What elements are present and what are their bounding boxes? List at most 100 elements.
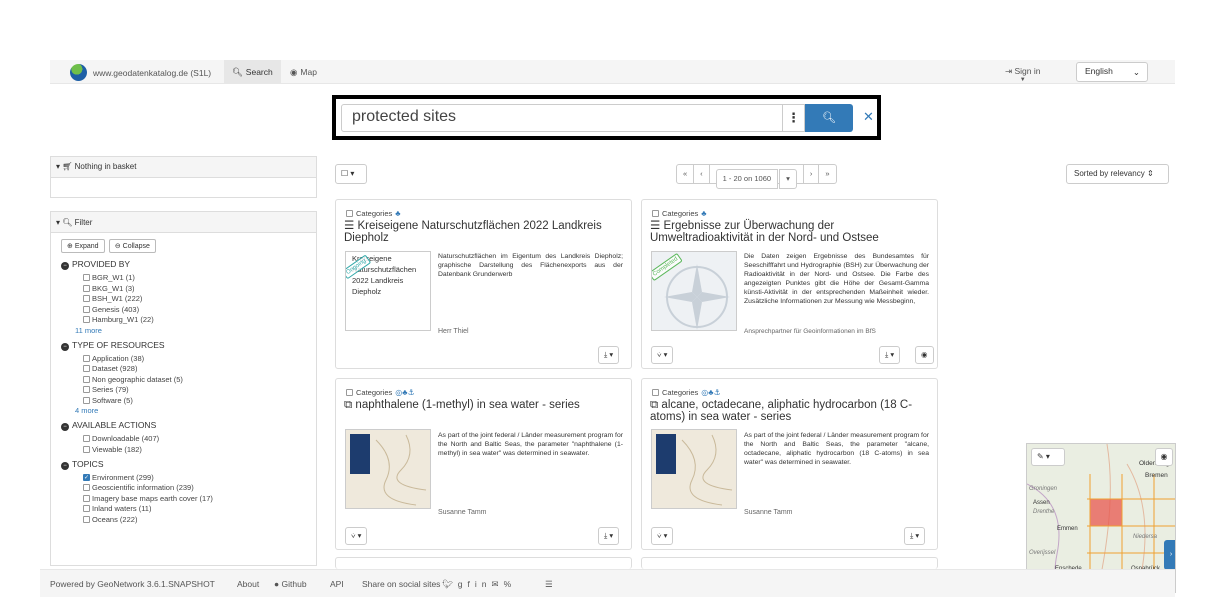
result-title[interactable]: ☰ Ergebnisse zur Überwachung der Umweltr… xyxy=(650,220,930,244)
facet-type-of-resources[interactable]: − TYPE OF RESOURCES xyxy=(61,340,306,351)
nav-map[interactable]: ◉ Map xyxy=(282,60,325,84)
site-brand[interactable]: www.geodatenkatalog.de (S1L) xyxy=(70,64,211,81)
checkbox[interactable] xyxy=(83,354,90,362)
checkbox[interactable] xyxy=(346,389,353,396)
facet-option[interactable]: Series (79) xyxy=(83,385,306,394)
result-card[interactable]: Categories ◎♣⚓︎ ⧉ naphthalene (1-methyl) … xyxy=(335,378,632,550)
facet-option[interactable]: BSH_W1 (222) xyxy=(83,294,306,303)
checkbox[interactable] xyxy=(83,484,90,491)
download-button[interactable]: ⤓ ▾ xyxy=(879,346,901,364)
result-card[interactable]: Categories ◎♣⚓︎ ⧉ alcane, octadecane, ali… xyxy=(641,378,938,550)
last-page-button[interactable]: » xyxy=(818,164,837,184)
facet-option[interactable]: Genesis (403) xyxy=(83,305,306,314)
expand-button[interactable]: ⊕ Expand xyxy=(61,239,105,253)
first-page-button[interactable]: « xyxy=(676,164,695,184)
result-title[interactable]: ☰ Kreiseigene Naturschutzflächen 2022 La… xyxy=(344,220,624,244)
twitter-icon[interactable]: 🐦︎ xyxy=(442,579,458,589)
nav-search[interactable]: 🔍︎ Search xyxy=(224,60,281,84)
checkbox[interactable] xyxy=(83,316,90,323)
result-thumbnail[interactable] xyxy=(345,429,431,509)
facet-option[interactable]: Software (5) xyxy=(83,396,306,405)
facet-option[interactable]: BGR_W1 (1) xyxy=(83,273,306,282)
facet-available-actions[interactable]: − AVAILABLE ACTIONS xyxy=(61,420,306,431)
checkbox[interactable] xyxy=(83,435,90,442)
search-options-button[interactable]: ⋮ xyxy=(783,104,805,132)
result-title[interactable]: ⧉ naphthalene (1-methyl) in sea water - … xyxy=(344,399,624,411)
result-card[interactable] xyxy=(335,557,632,569)
checkbox[interactable] xyxy=(83,396,90,404)
prev-page-button[interactable]: ‹ xyxy=(693,164,710,184)
checkbox[interactable] xyxy=(83,365,90,372)
facet-option[interactable]: ✓ Environment (299) xyxy=(83,473,306,482)
checkbox[interactable] xyxy=(83,274,90,281)
checkbox[interactable] xyxy=(83,386,90,393)
facet-provided-by[interactable]: − PROVIDED BY xyxy=(61,259,306,270)
more-link[interactable]: 4 more xyxy=(75,406,306,415)
result-card[interactable]: Categories ♣ ☰ Kreiseigene Naturschutzflä… xyxy=(335,199,632,369)
about-link[interactable]: About xyxy=(237,579,259,589)
facet-option[interactable]: Viewable (182) xyxy=(83,445,306,454)
link-icon[interactable]: % xyxy=(504,579,517,589)
checkbox[interactable] xyxy=(83,445,90,453)
facet-option[interactable]: Downloadable (407) xyxy=(83,434,306,443)
language-select[interactable]: English ⌄ xyxy=(1076,62,1148,82)
select-all-dropdown[interactable]: ☐ ▾ xyxy=(335,164,367,184)
filter-dropdown-button[interactable]: ⩒ ▾ xyxy=(345,527,368,545)
checkbox[interactable] xyxy=(83,284,90,292)
rss-icon[interactable]: ☰ xyxy=(545,579,553,590)
facet-option[interactable]: Inland waters (11) xyxy=(83,504,306,513)
basket-header[interactable]: ▾ 🛒︎ Nothing in basket xyxy=(50,156,317,178)
api-link[interactable]: API xyxy=(330,579,344,589)
email-icon[interactable]: ✉ xyxy=(492,579,504,589)
sign-in-link[interactable]: ⇥ Sign in ▼ xyxy=(1005,66,1041,83)
search-input[interactable]: protected sites xyxy=(341,104,783,132)
result-thumbnail[interactable]: Completed xyxy=(651,251,737,331)
facet-option[interactable]: Application (38) xyxy=(83,354,306,363)
result-card[interactable] xyxy=(641,557,938,569)
result-thumbnail[interactable]: Kreiseigene Naturschutzflächen 2022 Land… xyxy=(345,251,431,331)
database-icon: ☰ xyxy=(650,220,661,232)
sort-dropdown[interactable]: Sorted by relevancy ⇕ xyxy=(1066,164,1169,184)
next-page-button[interactable]: › xyxy=(802,164,820,184)
google-plus-icon[interactable]: g xyxy=(458,579,468,589)
filter-dropdown-button[interactable]: ⩒ ▾ xyxy=(651,346,674,364)
download-button[interactable]: ⤓ ▾ xyxy=(598,346,620,364)
facet-option[interactable]: Non geographic dataset (5) xyxy=(83,375,306,384)
facet-option[interactable]: BKG_W1 (3) xyxy=(83,284,306,293)
facet-option[interactable]: Geoscientific information (239) xyxy=(83,483,306,492)
facebook-icon[interactable]: f xyxy=(468,579,475,589)
page-range-dropdown[interactable]: 1 - 20 on 1060 ▾ xyxy=(708,164,804,189)
filter-header[interactable]: ▾ 🔍︎ Filter xyxy=(50,211,317,233)
checkbox[interactable] xyxy=(652,210,659,217)
result-thumbnail[interactable] xyxy=(651,429,737,509)
result-card[interactable]: Categories ♣ ☰ Ergebnisse zur Überwachung… xyxy=(641,199,938,369)
facet-option[interactable]: Dataset (928) xyxy=(83,364,306,373)
github-link[interactable]: ● Github xyxy=(274,579,307,589)
checkbox[interactable] xyxy=(83,505,90,512)
facet-option[interactable]: Hamburg_W1 (22) xyxy=(83,315,306,324)
checkbox[interactable] xyxy=(346,210,353,217)
facet-option[interactable]: Imagery base maps earth cover (17) xyxy=(83,494,306,503)
facet-option[interactable]: Oceans (222) xyxy=(83,515,306,524)
result-title[interactable]: ⧉ alcane, octadecane, aliphatic hydrocar… xyxy=(650,399,930,423)
expand-map-button[interactable]: › xyxy=(1164,540,1175,570)
draw-tool-dropdown[interactable]: ✎ ▾ xyxy=(1031,448,1065,466)
view-map-button[interactable]: ◉ xyxy=(915,346,934,364)
collapse-button[interactable]: ⊖ Collapse xyxy=(108,239,156,253)
linkedin-icon[interactable]: in xyxy=(475,579,492,589)
globe-button[interactable]: ◉ xyxy=(1155,448,1173,466)
checkbox[interactable] xyxy=(83,494,90,502)
checkbox[interactable] xyxy=(83,305,90,313)
more-link[interactable]: 11 more xyxy=(75,326,306,335)
filter-dropdown-button[interactable]: ⩒ ▾ xyxy=(651,527,674,545)
clear-search-button[interactable]: ✕ xyxy=(863,109,874,125)
checkbox[interactable] xyxy=(83,515,90,523)
checkbox-checked[interactable]: ✓ xyxy=(83,473,90,481)
download-button[interactable]: ⤓ ▾ xyxy=(904,527,926,545)
search-button[interactable]: 🔍︎ xyxy=(805,104,853,132)
download-button[interactable]: ⤓ ▾ xyxy=(598,527,620,545)
checkbox[interactable] xyxy=(83,375,90,383)
checkbox[interactable] xyxy=(652,389,659,396)
facet-topics[interactable]: − TOPICS xyxy=(61,459,306,470)
checkbox[interactable] xyxy=(83,295,90,302)
